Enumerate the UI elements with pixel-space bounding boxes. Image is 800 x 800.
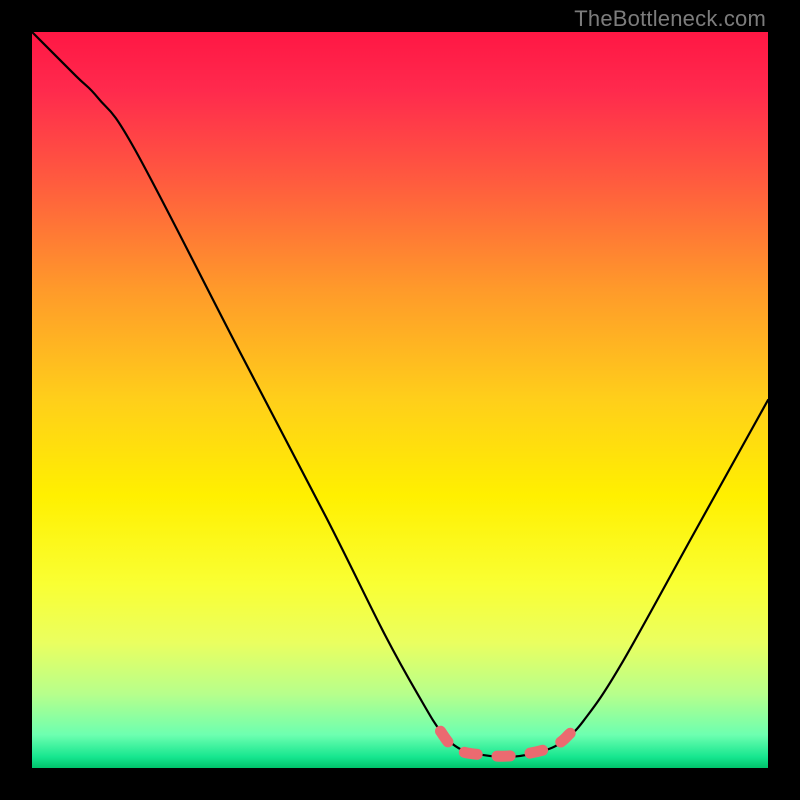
chart-frame: TheBottleneck.com xyxy=(0,0,800,800)
watermark-text: TheBottleneck.com xyxy=(574,6,766,32)
bottleneck-curve xyxy=(32,32,768,757)
dashed-marker xyxy=(440,725,578,757)
curve-layer xyxy=(32,32,768,768)
plot-area xyxy=(32,32,768,768)
